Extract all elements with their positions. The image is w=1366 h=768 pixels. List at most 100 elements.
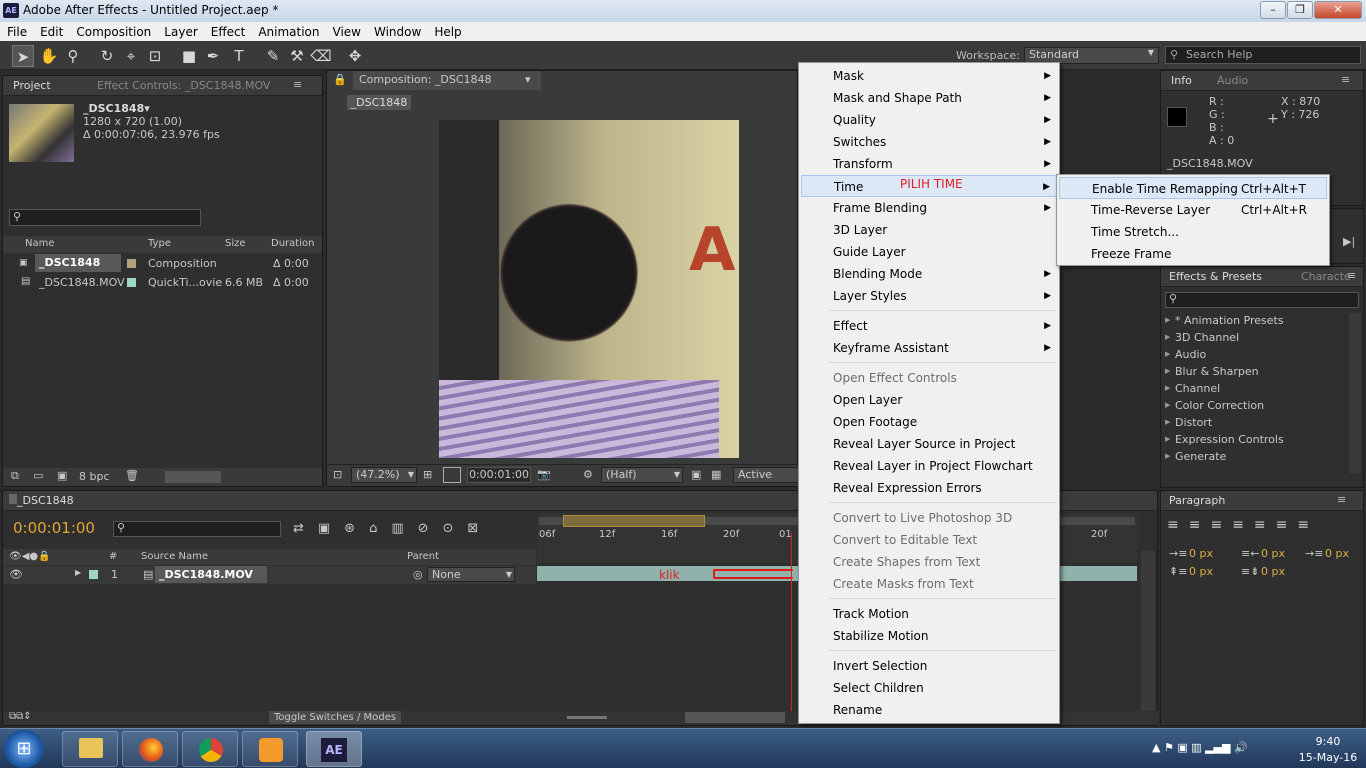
pan-behind-tool-icon[interactable]: ⊡: [144, 45, 166, 67]
tab-timeline[interactable]: _DSC1848: [17, 494, 74, 507]
tab-info[interactable]: Info: [1171, 74, 1192, 87]
tab-audio[interactable]: Audio: [1217, 74, 1248, 87]
menu-item-mask-and-shape-path[interactable]: Mask and Shape Path ▶: [801, 87, 1057, 109]
color-channels-icon[interactable]: ⚙: [583, 468, 593, 481]
camera-tool-icon[interactable]: ⌖: [120, 45, 142, 67]
menu-item-open-footage[interactable]: Open Footage: [801, 411, 1057, 433]
parent-select[interactable]: None ▼: [427, 567, 515, 582]
table-row[interactable]: ▤ _DSC1848.MOV QuickTi...ovie 6.6 MB Δ 0…: [3, 273, 322, 292]
interpret-footage-icon[interactable]: ⧉: [11, 469, 19, 483]
menu-composition[interactable]: Composition: [69, 22, 157, 41]
brush-tool-icon[interactable]: ✎: [262, 45, 284, 67]
table-row[interactable]: ▣ _DSC1848 Composition Δ 0:00: [3, 254, 322, 273]
menu-item-3d-layer[interactable]: 3D Layer: [801, 219, 1057, 241]
grid-icon[interactable]: ⊞: [423, 468, 432, 481]
visibility-icon[interactable]: 👁: [9, 568, 23, 581]
chrome-taskbar-icon[interactable]: [182, 731, 238, 767]
search-help-input[interactable]: Search Help ⚲: [1165, 46, 1361, 64]
project-search-input[interactable]: ⚲: [9, 209, 201, 226]
hand-tool-icon[interactable]: ✋: [38, 45, 60, 67]
explorer-taskbar-icon[interactable]: [62, 731, 118, 767]
menu-item-stabilize-motion[interactable]: Stabilize Motion: [801, 625, 1057, 647]
menu-item-frame-blending[interactable]: Frame Blending ▶: [801, 197, 1057, 219]
menu-window[interactable]: Window: [367, 22, 427, 41]
col-duration[interactable]: Duration: [271, 238, 314, 249]
tab-paragraph[interactable]: Paragraph: [1169, 494, 1225, 507]
menu-item-select-children[interactable]: Select Children: [801, 677, 1057, 699]
col-name[interactable]: Name: [25, 238, 55, 249]
timeline-switch-icons[interactable]: ⇄▣⊛⌂▥⊘⊙⊠: [293, 521, 492, 536]
trash-icon[interactable]: 🗑: [125, 469, 139, 482]
list-item[interactable]: Generate: [1161, 448, 1347, 465]
menu-item-reveal-expression-errors[interactable]: Reveal Expression Errors: [801, 477, 1057, 499]
comp-breadcrumb[interactable]: _DSC1848: [347, 95, 411, 110]
list-item[interactable]: 3D Channel: [1161, 329, 1347, 346]
pen-tool-icon[interactable]: ✒: [202, 45, 224, 67]
menu-item-layer-styles[interactable]: Layer Styles ▶: [801, 285, 1057, 307]
next-frame-icon[interactable]: ▶|: [1343, 235, 1355, 248]
comp-viewer[interactable]: A: [439, 120, 739, 458]
panel-menu-icon[interactable]: ≡: [293, 78, 302, 91]
menu-item-reveal-layer-in-project-flowchart[interactable]: Reveal Layer in Project Flowchart: [801, 455, 1057, 477]
menu-item-effect[interactable]: Effect ▶: [801, 315, 1057, 337]
minimize-button[interactable]: –: [1260, 1, 1286, 19]
menu-item-switches[interactable]: Switches ▶: [801, 131, 1057, 153]
clock-date[interactable]: 15-May-16: [1296, 751, 1360, 764]
clock-time[interactable]: 9:40: [1296, 735, 1360, 748]
menu-item-blending-mode[interactable]: Blending Mode ▶: [801, 263, 1057, 285]
menu-layer[interactable]: Layer: [157, 22, 203, 41]
transparency-grid-icon[interactable]: ▦: [711, 468, 721, 481]
firefox-taskbar-icon[interactable]: [122, 731, 178, 767]
text-tool-icon[interactable]: T: [228, 45, 250, 67]
horizontal-scrollbar[interactable]: [165, 471, 221, 483]
expand-icon[interactable]: ▶: [75, 568, 81, 577]
new-composition-icon[interactable]: ▣: [57, 469, 67, 482]
col-type[interactable]: Type: [148, 238, 171, 249]
indent-right-value[interactable]: 0 px: [1261, 547, 1285, 560]
menu-item-track-motion[interactable]: Track Motion: [801, 603, 1057, 625]
menu-item-quality[interactable]: Quality ▶: [801, 109, 1057, 131]
close-button[interactable]: ✕: [1314, 1, 1362, 19]
layer-row[interactable]: 👁 ▶ 1 ▤ _DSC1848.MOV ◎ None ▼: [3, 566, 536, 584]
snapshot-icon[interactable]: 📷: [537, 468, 551, 481]
menu-file[interactable]: File: [0, 22, 33, 41]
menu-item-invert-selection[interactable]: Invert Selection: [801, 655, 1057, 677]
timeline-search-input[interactable]: ⚲: [113, 521, 281, 537]
media-player-taskbar-icon[interactable]: [242, 731, 298, 767]
submenu-item-freeze-frame[interactable]: Freeze Frame: [1059, 243, 1327, 265]
submenu-item-enable-time-remapping[interactable]: Enable Time Remapping Ctrl+Alt+T: [1059, 177, 1327, 199]
menu-animation[interactable]: Animation: [251, 22, 325, 41]
menu-item-mask[interactable]: Mask ▶: [801, 65, 1057, 87]
list-item[interactable]: Expression Controls: [1161, 431, 1347, 448]
selection-tool-icon[interactable]: ➤: [12, 45, 34, 67]
maximize-button[interactable]: ❐: [1287, 1, 1313, 19]
magnification-icon[interactable]: ⊡: [333, 468, 342, 481]
region-of-interest-icon[interactable]: [443, 467, 461, 483]
lock-icon[interactable]: 🔒: [333, 73, 347, 86]
space-after-value[interactable]: 0 px: [1261, 565, 1285, 578]
tab-composition[interactable]: Composition: _DSC1848 ▾: [353, 71, 541, 90]
after-effects-taskbar-icon[interactable]: AE: [306, 731, 362, 767]
panel-menu-icon[interactable]: ≡: [1347, 269, 1356, 282]
col-source-name[interactable]: Source Name: [141, 551, 208, 562]
work-area-range[interactable]: [563, 515, 705, 527]
list-item[interactable]: * Animation Presets: [1161, 312, 1347, 329]
col-parent[interactable]: Parent: [407, 551, 439, 562]
menu-item-open-layer[interactable]: Open Layer: [801, 389, 1057, 411]
align-buttons[interactable]: ≡≡≡≡≡≡≡: [1167, 517, 1319, 533]
tab-character[interactable]: Characte: [1301, 270, 1351, 283]
tray-icons[interactable]: ▲ ⚑ ▣ ▥ ▂▄▆ 🔊: [1152, 741, 1248, 754]
menu-help[interactable]: Help: [427, 22, 467, 41]
toggle-switches-modes-button[interactable]: Toggle Switches / Modes: [269, 711, 401, 724]
list-item[interactable]: Distort: [1161, 414, 1347, 431]
space-before-value[interactable]: 0 px: [1189, 565, 1213, 578]
effects-search-input[interactable]: ⚲: [1165, 292, 1359, 308]
vertical-scrollbar[interactable]: [1349, 313, 1361, 473]
list-item[interactable]: Audio: [1161, 346, 1347, 363]
col-size[interactable]: Size: [225, 238, 246, 249]
rectangle-tool-icon[interactable]: ■: [178, 45, 200, 67]
close-icon[interactable]: [9, 494, 17, 504]
zoom-select[interactable]: (47.2%) ▼: [351, 467, 417, 483]
zoom-slider[interactable]: [567, 716, 607, 719]
list-item[interactable]: Channel: [1161, 380, 1347, 397]
